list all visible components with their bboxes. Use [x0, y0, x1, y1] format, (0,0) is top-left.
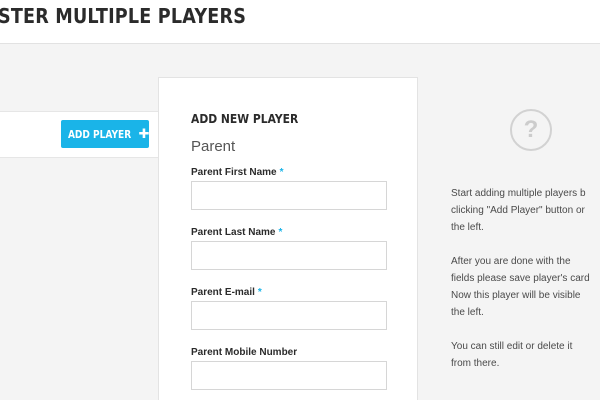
required-marker: * — [278, 227, 283, 238]
help-text-start: Start adding multiple players b clicking… — [451, 188, 586, 233]
parent-first-name-input[interactable] — [191, 181, 387, 210]
field-label-parent-mobile: Parent Mobile Number — [191, 347, 298, 358]
required-marker: * — [257, 287, 262, 298]
required-marker: * — [279, 167, 284, 178]
help-text-edit: You can still edit or delete it from the… — [451, 341, 573, 369]
field-label-parent-last-name: Parent Last Name * — [191, 227, 283, 238]
question-icon: ? — [510, 109, 552, 151]
form-title: ADD NEW PLAYER — [191, 111, 299, 126]
field-label-parent-email: Parent E-mail * — [191, 287, 262, 298]
page-header: STER MULTIPLE PLAYERS — [0, 0, 600, 44]
parent-mobile-input[interactable] — [191, 361, 387, 390]
parent-email-input[interactable] — [191, 301, 387, 330]
add-player-label: ADD PLAYER — [67, 127, 131, 141]
help-text-save: After you are done with the fields pleas… — [451, 256, 590, 318]
add-player-button[interactable]: ADD PLAYER ✚ — [61, 120, 150, 148]
section-title-parent: Parent — [191, 138, 236, 155]
field-label-parent-first-name: Parent First Name * — [191, 167, 284, 178]
parent-last-name-input[interactable] — [191, 241, 387, 270]
plus-icon: ✚ — [138, 126, 150, 142]
add-player-form: ADD NEW PLAYER Parent Parent First Name *… — [158, 77, 418, 400]
page-title: STER MULTIPLE PLAYERS — [0, 4, 247, 28]
